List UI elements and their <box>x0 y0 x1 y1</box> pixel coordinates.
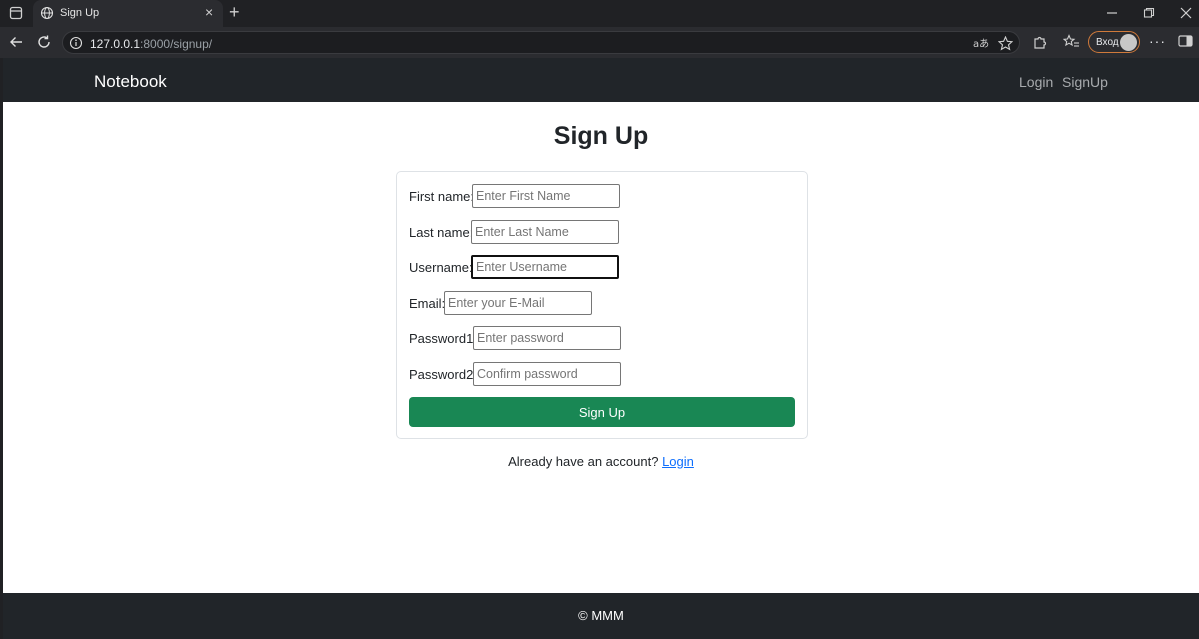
globe-icon <box>40 6 54 20</box>
site-info-icon[interactable] <box>69 36 83 50</box>
sidebar-icon[interactable] <box>1178 34 1193 48</box>
username-label: Username: <box>409 260 473 275</box>
password1-label: Password1: <box>409 331 477 346</box>
sign-up-button[interactable]: Sign Up <box>409 397 795 427</box>
nav-signup-link[interactable]: SignUp <box>1062 74 1108 90</box>
footer: © MMM <box>3 593 1199 639</box>
profile-label: Вход <box>1096 37 1119 48</box>
back-icon[interactable] <box>8 34 24 50</box>
email-input[interactable] <box>444 291 592 315</box>
login-prompt: Already have an account? Login <box>3 454 1199 469</box>
url-text: 127.0.0.1:8000/signup/ <box>90 37 213 51</box>
signup-form-card: First name: Last name: Username: Email: … <box>396 171 808 439</box>
password2-input[interactable] <box>473 362 621 386</box>
browser-toolbar: 127.0.0.1:8000/signup/ aあ Вход ··· <box>0 27 1199 58</box>
first-name-label: First name: <box>409 189 475 204</box>
last-name-label: Last name: <box>409 225 474 240</box>
window-close-icon[interactable] <box>1180 7 1192 19</box>
page-title: Sign Up <box>553 122 649 150</box>
restore-icon[interactable] <box>1143 7 1155 19</box>
first-name-input[interactable] <box>472 184 620 208</box>
avatar <box>1120 34 1137 51</box>
reload-icon[interactable] <box>36 34 52 50</box>
browser-tab-bar: Sign Up × + <box>0 0 1199 27</box>
tab-title: Sign Up <box>60 7 100 19</box>
password1-input[interactable] <box>473 326 621 350</box>
svg-text:aあ: aあ <box>973 38 989 50</box>
copyright-text: © MMM <box>578 608 624 623</box>
more-menu-icon[interactable]: ··· <box>1149 33 1166 49</box>
login-link[interactable]: Login <box>662 454 694 469</box>
minimize-icon[interactable] <box>1106 7 1118 19</box>
nav-login-link[interactable]: Login <box>1019 74 1053 90</box>
extensions-icon[interactable] <box>1032 34 1048 50</box>
translate-icon[interactable]: aあ <box>973 36 989 50</box>
favorites-icon[interactable] <box>1063 34 1080 50</box>
last-name-input[interactable] <box>471 220 619 244</box>
navbar: Notebook Login SignUp <box>3 58 1199 102</box>
tab-close-icon[interactable]: × <box>205 5 213 19</box>
new-tab-icon[interactable]: + <box>229 3 240 21</box>
web-page: Notebook Login SignUp Sign Up First name… <box>3 58 1199 639</box>
username-input[interactable] <box>471 255 619 279</box>
tab-actions-icon[interactable] <box>9 6 23 20</box>
address-bar[interactable]: 127.0.0.1:8000/signup/ aあ <box>62 31 1020 54</box>
profile-button[interactable]: Вход <box>1088 31 1140 53</box>
browser-tab[interactable]: Sign Up × <box>33 0 223 27</box>
email-label: Email: <box>409 296 446 311</box>
login-prompt-text: Already have an account? <box>508 454 659 469</box>
favorite-star-icon[interactable] <box>998 36 1013 51</box>
navbar-brand[interactable]: Notebook <box>94 72 167 92</box>
password2-label: Password2: <box>409 367 477 382</box>
